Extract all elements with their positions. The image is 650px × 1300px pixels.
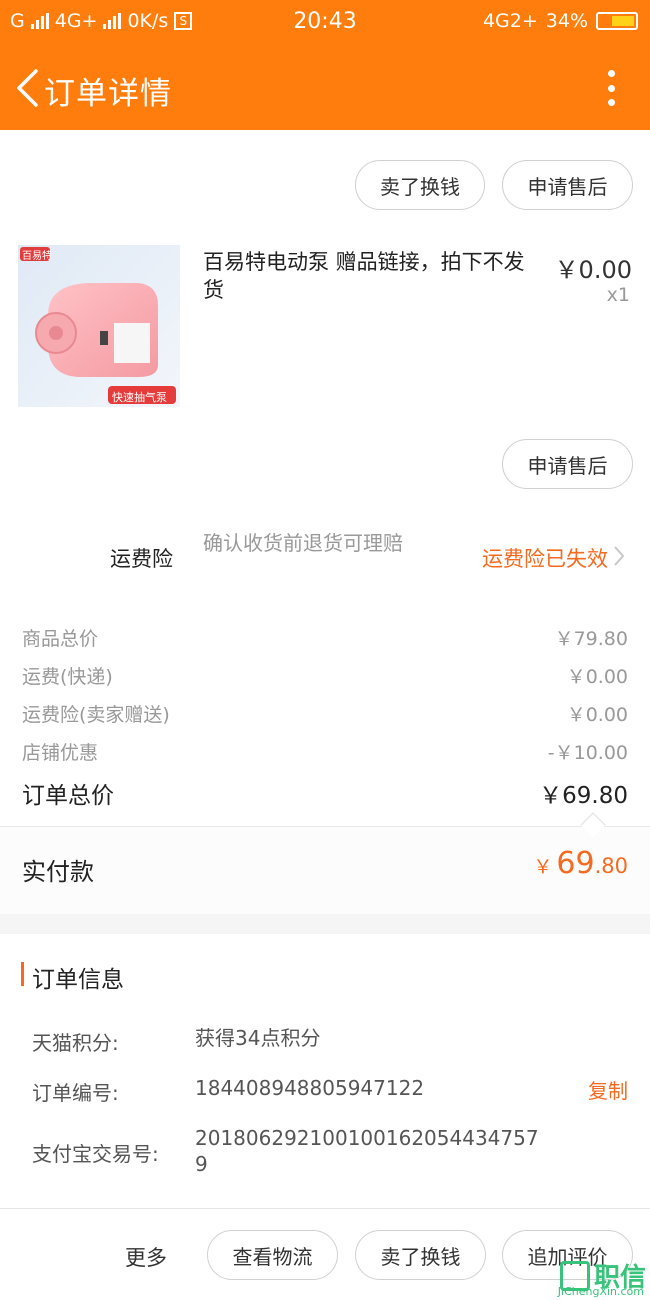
status-bar: G 4G+ 0K/s S 20:43 4G2+ 34% [0, 0, 650, 44]
points-value: 获得34点积分 [195, 1026, 321, 1050]
product-image[interactable] [18, 245, 180, 407]
chevron-right-icon[interactable] [612, 544, 626, 568]
order-total-row: 订单总价 ￥69.80 [22, 776, 628, 810]
app-header: G 4G+ 0K/s S 20:43 4G2+ 34% 订单详情 [0, 0, 650, 130]
summary-value: -￥10.00 [547, 742, 628, 764]
order-detail-card: 卖了换钱 申请售后 百易特 快速抽气泵 百易特电动泵 赠品链接，拍下不发货 ￥0… [0, 130, 650, 914]
summary-label: 运费险(卖家赠送) [22, 704, 170, 726]
summary-value: ￥0.00 [566, 666, 628, 688]
order-number-value: 184408948805947122 [195, 1076, 425, 1100]
page-title: 订单详情 [44, 76, 172, 112]
summary-row: 商品总价 ￥79.80 [22, 624, 628, 651]
watermark: 职信 JiChengXin.com [558, 1257, 646, 1298]
summary-row: 运费险(卖家赠送) ￥0.00 [22, 700, 628, 727]
paid-currency: ￥ [533, 856, 553, 878]
alipay-label: 支付宝交易号: [32, 1142, 159, 1166]
view-logistics-button[interactable]: 查看物流 [207, 1230, 338, 1280]
product-quantity: x1 [606, 284, 630, 306]
sell-exchange-button[interactable]: 卖了换钱 [355, 160, 485, 210]
divider [0, 826, 650, 827]
bottom-action-bar: 更多 查看物流 卖了换钱 追加评价 职信 JiChengXin.com [0, 1208, 650, 1300]
sell-exchange-bottom-button[interactable]: 卖了换钱 [355, 1230, 486, 1280]
paid-label: 实付款 [22, 858, 94, 886]
product-title[interactable]: 百易特电动泵 赠品链接，拍下不发货 [203, 248, 543, 304]
section-accent-bar [21, 962, 24, 986]
alipay-value: 2018062921001001620544347579 [195, 1126, 539, 1176]
summary-value: ￥0.00 [566, 704, 628, 726]
product-after-sale-button[interactable]: 申请售后 [502, 439, 633, 489]
chevron-left-icon[interactable] [14, 68, 40, 108]
paid-amount: ￥ 69 .80 [533, 846, 628, 881]
summary-label: 运费(快递) [22, 666, 113, 688]
network-right-label: 4G2+ [482, 10, 538, 32]
insurance-status-link[interactable]: 运费险已失效 [482, 543, 608, 573]
summary-label: 店铺优惠 [22, 742, 99, 764]
paid-integer: 69 [556, 846, 595, 881]
battery-icon [596, 12, 638, 30]
summary-label: 商品总价 [22, 628, 99, 650]
more-vertical-icon[interactable] [606, 70, 616, 106]
after-sale-button[interactable]: 申请售后 [502, 160, 633, 210]
product-tag-label: 快速抽气泵 [112, 391, 167, 404]
more-button[interactable]: 更多 [125, 1242, 167, 1272]
product-price: ￥0.00 [554, 256, 632, 284]
battery-label: 34% [545, 10, 588, 32]
order-total-value: ￥69.80 [539, 783, 628, 809]
summary-row: 运费(快递) ￥0.00 [22, 662, 628, 689]
copy-button[interactable]: 复制 [588, 1075, 628, 1104]
order-info-title: 订单信息 [32, 967, 124, 993]
insurance-description: 确认收货前退货可理赔 [203, 531, 403, 555]
order-total-label: 订单总价 [22, 783, 114, 809]
points-label: 天猫积分: [32, 1031, 119, 1055]
nav-bar: 订单详情 [0, 44, 650, 130]
insurance-label: 运费险 [110, 547, 173, 571]
product-brand-label: 百易特 [22, 251, 52, 262]
paid-decimal: .80 [594, 854, 628, 878]
watermark-sub: JiChengXin.com [557, 1285, 644, 1298]
order-number-label: 订单编号: [32, 1081, 119, 1105]
summary-row: 店铺优惠 -￥10.00 [22, 738, 628, 765]
summary-value: ￥79.80 [554, 628, 628, 650]
order-info-section: 订单信息 天猫积分: 获得34点积分 订单编号: 184408948805947… [0, 934, 650, 1208]
